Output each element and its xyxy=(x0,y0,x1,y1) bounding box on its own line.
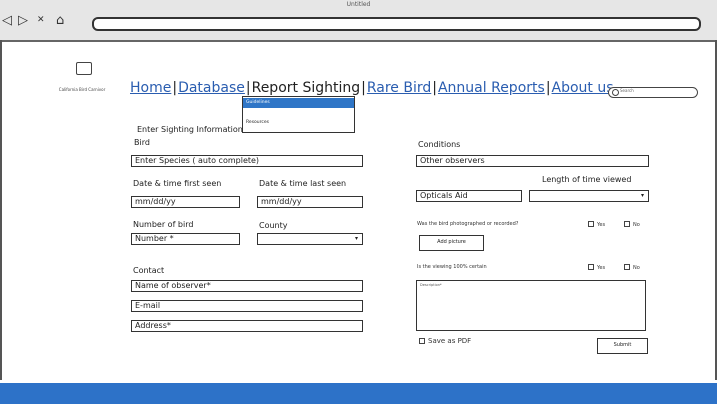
address-input[interactable]: Address* xyxy=(131,320,363,332)
certain-question: Is the viewing 100% certain xyxy=(417,264,487,270)
form-heading: Enter Sighting Information xyxy=(137,125,243,134)
chevron-down-icon: ▾ xyxy=(354,235,358,242)
photo-yes-label: Yes xyxy=(597,222,606,228)
report-sighting-dropdown: Guidelines Resources xyxy=(242,96,355,133)
url-bar[interactable] xyxy=(92,17,701,31)
nav-about-us[interactable]: About us xyxy=(552,80,614,96)
observer-name-input[interactable]: Name of observer* xyxy=(131,280,363,292)
certain-yes-label: Yes xyxy=(597,265,606,271)
number-input[interactable]: Number * xyxy=(131,233,240,245)
search-placeholder: Search xyxy=(620,88,634,93)
certain-no-checkbox[interactable]: No xyxy=(624,264,640,272)
dropdown-item-resources[interactable]: Resources xyxy=(243,118,354,128)
photo-yes-checkbox[interactable]: Yes xyxy=(588,221,605,229)
email-field[interactable]: E-mail xyxy=(131,300,363,312)
species-input[interactable]: Enter Species ( auto complete) xyxy=(131,155,363,167)
save-pdf-label: Save as PDF xyxy=(428,337,472,345)
logo-text: California Bird Carnivor xyxy=(58,87,106,92)
nav-report-sighting[interactable]: Report Sighting xyxy=(252,80,361,96)
length-select[interactable]: ▾ xyxy=(529,190,649,202)
date-last-input[interactable]: mm/dd/yy xyxy=(257,196,363,208)
footer-bar xyxy=(0,383,717,404)
county-select[interactable]: ▾ xyxy=(257,233,363,245)
nav-home[interactable]: Home xyxy=(130,80,171,96)
window-title: Untitled xyxy=(346,1,371,8)
nav-separator: | xyxy=(361,80,366,96)
description-placeholder: Description* xyxy=(420,283,442,287)
bird-label: Bird xyxy=(134,138,150,147)
chevron-down-icon: ▾ xyxy=(640,192,644,199)
add-picture-button[interactable]: Add picture xyxy=(419,235,484,251)
checkbox-icon xyxy=(624,264,630,270)
logo-icon[interactable] xyxy=(76,62,92,75)
checkbox-icon xyxy=(419,338,425,344)
photo-no-checkbox[interactable]: No xyxy=(624,221,640,229)
search-icon xyxy=(612,89,619,96)
close-icon[interactable]: ✕ xyxy=(37,14,45,27)
date-last-label: Date & time last seen xyxy=(259,179,347,188)
other-observers-input[interactable]: Other observers xyxy=(416,155,649,167)
date-first-label: Date & time first seen xyxy=(133,179,222,188)
photo-question: Was the bird photographed or recorded? xyxy=(417,221,519,227)
forward-icon[interactable]: ▷ xyxy=(18,14,28,27)
optical-aid-input[interactable]: Opticals Aid xyxy=(416,190,522,202)
conditions-label: Conditions xyxy=(418,140,461,149)
dropdown-item-guidelines[interactable]: Guidelines xyxy=(243,98,354,108)
window-border-left xyxy=(0,40,2,380)
date-first-input[interactable]: mm/dd/yy xyxy=(131,196,240,208)
certain-no-label: No xyxy=(633,265,640,271)
checkbox-icon xyxy=(624,221,630,227)
checkbox-icon xyxy=(588,221,594,227)
nav-annual-reports[interactable]: Annual Reports xyxy=(438,80,545,96)
nav-separator: | xyxy=(545,80,551,96)
main-nav: Home|Database|Report Sighting|Rare Bird|… xyxy=(130,80,614,96)
home-icon[interactable]: ⌂ xyxy=(56,14,64,27)
nav-database[interactable]: Database xyxy=(178,80,245,96)
nav-separator: | xyxy=(245,80,251,96)
certain-yes-checkbox[interactable]: Yes xyxy=(588,264,605,272)
submit-button[interactable]: Submit xyxy=(597,338,648,354)
county-label: County xyxy=(259,221,288,230)
back-icon[interactable]: ◁ xyxy=(2,14,12,27)
photo-no-label: No xyxy=(633,222,640,228)
save-pdf-checkbox[interactable]: Save as PDF xyxy=(419,337,471,346)
number-label: Number of bird xyxy=(133,220,194,229)
nav-rare-bird[interactable]: Rare Bird xyxy=(367,80,431,96)
checkbox-icon xyxy=(588,264,594,270)
description-textarea[interactable]: Description* xyxy=(416,280,646,331)
nav-separator: | xyxy=(432,80,437,96)
contact-label: Contact xyxy=(133,266,165,275)
length-label: Length of time viewed xyxy=(542,175,632,184)
browser-chrome: Untitled ◁ ▷ ✕ ⌂ xyxy=(0,0,717,42)
nav-separator: | xyxy=(172,80,178,96)
